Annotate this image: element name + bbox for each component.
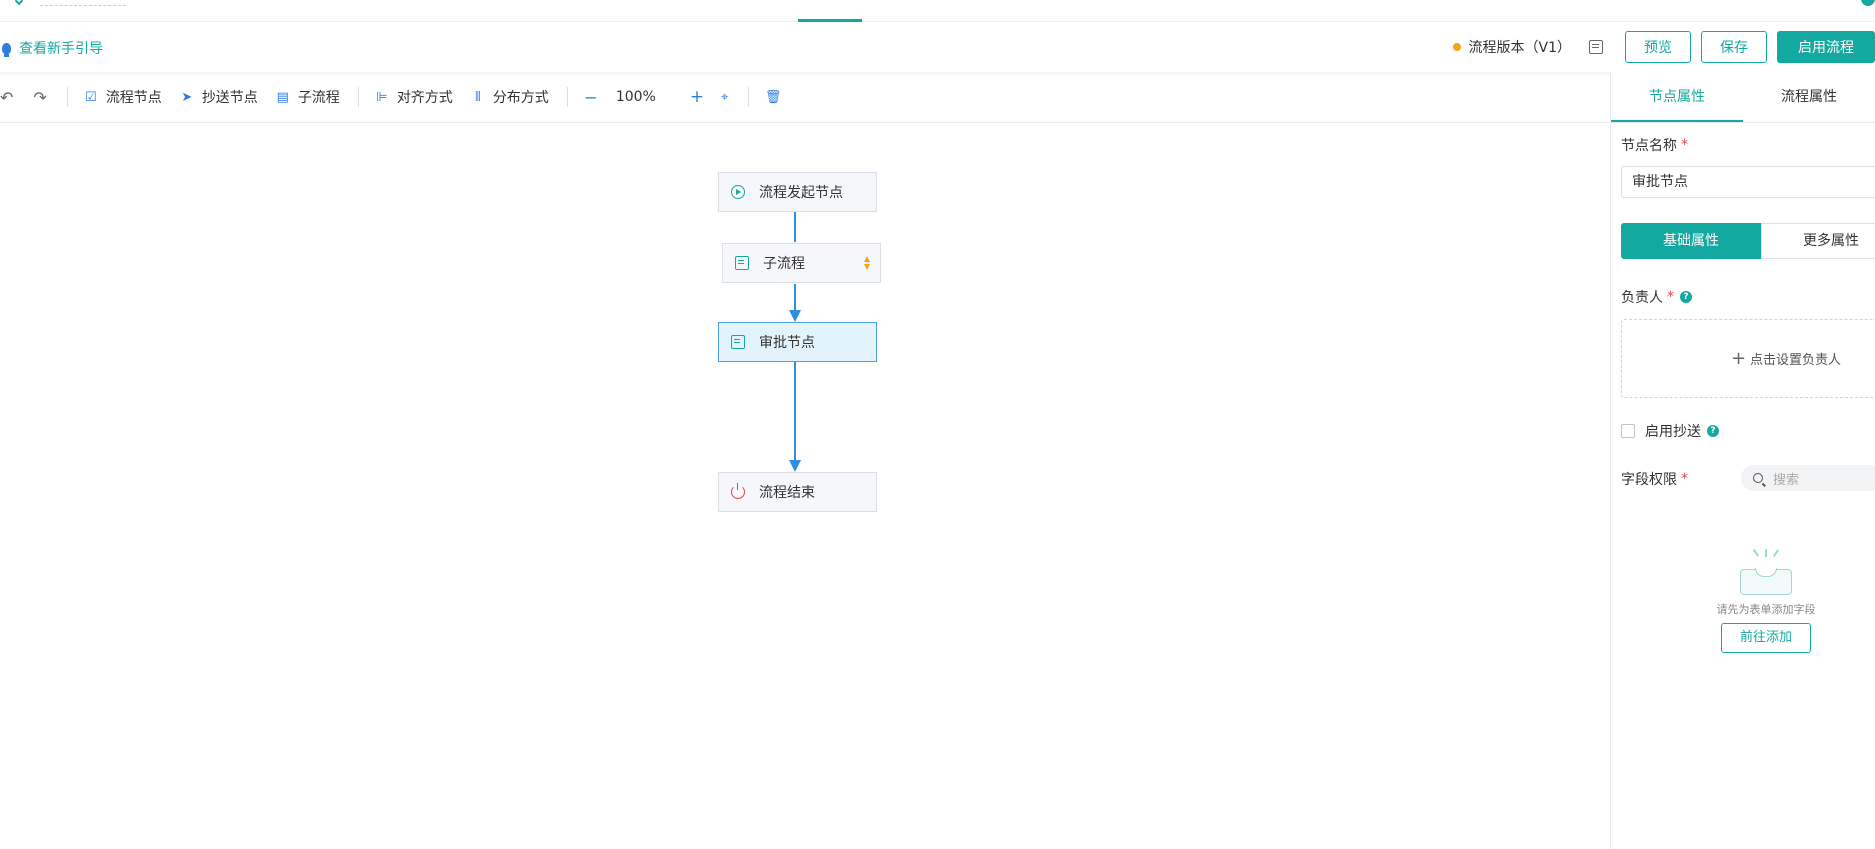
field-permission-label: 字段权限 * <box>1621 469 1688 489</box>
title-placeholder-line <box>40 5 126 6</box>
enable-flow-button[interactable]: 启用流程 <box>1777 31 1875 63</box>
align-icon: ⊫ <box>376 89 388 105</box>
version-indicator[interactable]: 流程版本（V1） <box>1452 37 1571 57</box>
node-label: 流程结束 <box>759 485 815 501</box>
help-icon[interactable]: ? <box>1707 425 1719 437</box>
node-label: 流程发起节点 <box>759 185 843 201</box>
arrow-head-icon <box>789 310 801 322</box>
redo-icon[interactable]: ↷ <box>33 88 46 107</box>
zoom-out-icon[interactable]: − <box>584 88 598 107</box>
undo-icon[interactable]: ↶ <box>0 88 13 107</box>
node-label: 审批节点 <box>759 335 815 351</box>
required-mark: * <box>1667 289 1674 305</box>
ray <box>1772 549 1779 557</box>
tab-flow-properties[interactable]: 流程属性 <box>1743 72 1875 122</box>
node-label: 子流程 <box>763 256 805 272</box>
add-subflow-button[interactable]: ▤ 子流程 <box>276 87 340 107</box>
subflow-icon <box>735 256 749 270</box>
version-text: 流程版本（V1） <box>1468 40 1571 56</box>
help-icon[interactable]: ? <box>1680 291 1692 303</box>
segment-more[interactable]: 更多属性 <box>1761 223 1875 259</box>
zoom-level: 100% <box>615 89 656 105</box>
cc-label: 启用抄送 <box>1645 424 1701 440</box>
subflow-label: 子流程 <box>297 90 340 106</box>
tab-node-properties[interactable]: 节点属性 <box>1611 72 1743 122</box>
cc-checkbox[interactable] <box>1621 424 1635 438</box>
status-dot-icon <box>1452 43 1461 51</box>
assignee-placeholder: 点击设置负责人 <box>1750 353 1842 368</box>
node-name-label: 节点名称 * <box>1621 135 1688 155</box>
empty-box-icon <box>1740 549 1792 595</box>
distribute-dropdown[interactable]: ⦀ 分布方式 <box>471 87 549 107</box>
required-mark: * <box>1681 137 1688 153</box>
node-name-input[interactable]: 审批节点 <box>1621 166 1875 198</box>
assignee-label: 负责人 * ? <box>1621 287 1692 307</box>
align-label: 对齐方式 <box>396 90 453 106</box>
node-name-label-text: 节点名称 <box>1621 138 1677 154</box>
field-search-input[interactable]: 搜索 <box>1741 465 1875 491</box>
properties-panel: 节点属性 流程属性 节点名称 * 审批节点 基础属性 更多属性 负责人 * ? … <box>1610 72 1875 849</box>
flow-node-icon: ☑ <box>84 89 97 105</box>
node-subflow[interactable]: 子流程 <box>722 243 881 283</box>
header-actions: 流程版本（V1） 预览 保存 启用流程 <box>1452 31 1875 63</box>
power-icon <box>731 483 745 499</box>
divider <box>566 87 568 107</box>
assignee-label-text: 负责人 <box>1621 290 1663 306</box>
panel-tabs: 节点属性 流程属性 <box>1611 72 1875 123</box>
ray <box>1765 549 1767 557</box>
comment-icon[interactable] <box>1589 40 1603 54</box>
avatar[interactable] <box>1861 0 1875 6</box>
tray-body <box>1740 568 1792 595</box>
bulb-icon <box>2 42 11 57</box>
node-end[interactable]: 流程结束 <box>718 472 877 512</box>
field-permission-label-text: 字段权限 <box>1621 472 1677 488</box>
delete-icon[interactable]: 🗑 <box>765 90 782 105</box>
cc-row: 启用抄送 ? <box>1621 421 1719 441</box>
search-icon <box>1753 473 1763 483</box>
arrow-head-icon <box>789 460 801 472</box>
subflow-icon: ▤ <box>276 89 289 105</box>
play-icon <box>731 185 745 199</box>
divider <box>66 87 68 107</box>
approval-icon <box>731 335 745 349</box>
send-icon: ➤ <box>181 89 193 105</box>
divider <box>747 87 749 107</box>
search-placeholder: 搜索 <box>1773 472 1800 488</box>
property-segment: 基础属性 更多属性 <box>1621 223 1875 259</box>
node-start[interactable]: 流程发起节点 <box>718 172 877 212</box>
flow-node-label: 流程节点 <box>105 90 162 106</box>
back-icon[interactable] <box>14 0 24 6</box>
node-approval[interactable]: 审批节点 <box>718 322 877 362</box>
sort-icon[interactable] <box>864 256 870 270</box>
goto-add-button[interactable]: 前往添加 <box>1720 623 1811 653</box>
canvas-toolbar: ↶ ↷ ☑ 流程节点 ➤ 抄送节点 ▤ 子流程 ⊫ 对齐方式 ⦀ 分布方式 − … <box>0 72 1610 123</box>
plus-icon: + <box>1730 348 1747 369</box>
ray <box>1752 549 1759 557</box>
set-assignee-area[interactable]: + 点击设置负责人 <box>1621 319 1875 398</box>
empty-text: 请先为表单添加字段 <box>1716 603 1816 616</box>
guide-link[interactable]: 查看新手引导 <box>0 38 103 58</box>
empty-fields-state: 请先为表单添加字段 前往添加 <box>1691 549 1841 653</box>
top-strip <box>0 0 1875 22</box>
preview-button[interactable]: 预览 <box>1625 31 1691 63</box>
divider <box>357 87 359 107</box>
add-flow-node-button[interactable]: ☑ 流程节点 <box>84 87 162 107</box>
add-cc-node-button[interactable]: ➤ 抄送节点 <box>180 87 258 107</box>
cc-node-label: 抄送节点 <box>201 90 258 106</box>
distribute-label: 分布方式 <box>492 90 549 106</box>
zoom-in-icon[interactable]: + <box>690 87 704 107</box>
guide-text: 查看新手引导 <box>19 41 103 57</box>
segment-basic[interactable]: 基础属性 <box>1621 223 1761 259</box>
save-button[interactable]: 保存 <box>1701 31 1767 63</box>
designer-header: 查看新手引导 流程版本（V1） 预览 保存 启用流程 <box>0 22 1875 72</box>
distribute-icon: ⦀ <box>474 89 481 105</box>
flow-canvas[interactable]: 流程发起节点 子流程 审批节点 流程结束 <box>0 123 1610 849</box>
locate-icon[interactable]: ⌖ <box>718 90 732 105</box>
align-dropdown[interactable]: ⊫ 对齐方式 <box>375 87 453 107</box>
required-mark: * <box>1681 471 1688 487</box>
